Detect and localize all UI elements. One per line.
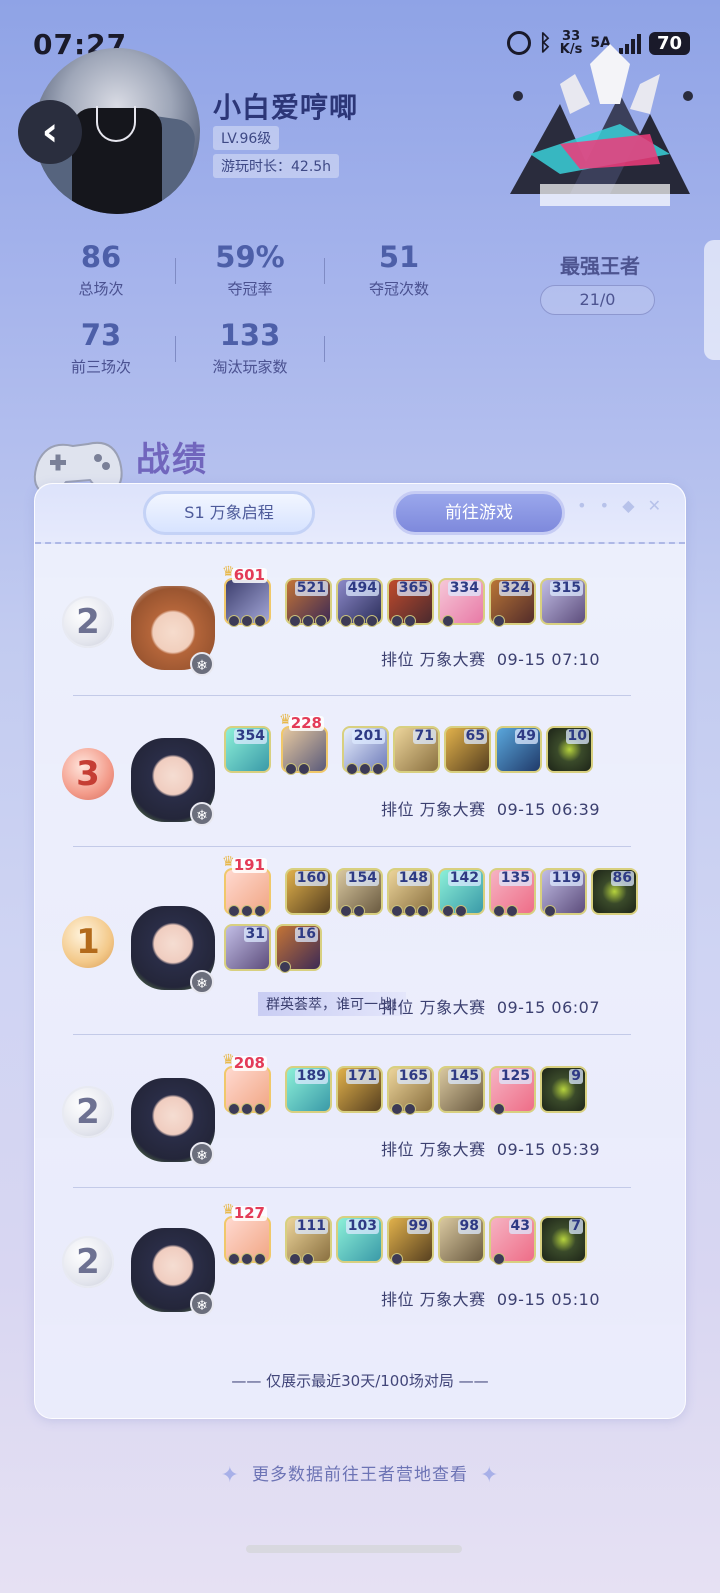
hero-tile[interactable]: 65 (444, 726, 491, 773)
card-header: S1 万象启程 前往游戏 • • ◆ ✕ (35, 484, 685, 544)
hero-tile[interactable]: 98 (438, 1216, 485, 1263)
placement-badge: 1 (62, 916, 114, 968)
hero-tile[interactable]: ♛ 601 (222, 564, 271, 627)
history-limit-note: —— 仅展示最近30天/100场对局 —— (231, 1372, 489, 1390)
hero-tile[interactable]: 201 (342, 726, 389, 775)
hero-tile[interactable]: 135 (489, 868, 536, 917)
go-to-game-button[interactable]: 前往游戏 (393, 491, 565, 535)
level-badge: LV.96级 (213, 126, 280, 150)
hero-tile[interactable]: 125 (489, 1066, 536, 1115)
stat-total-matches: 86 总场次 (78, 240, 124, 298)
hero-tile[interactable]: ♛ 191 (222, 854, 271, 917)
playtime-badge: 游玩时长：42.5h (213, 154, 340, 178)
divider (73, 1187, 631, 1188)
hero-tile[interactable]: 99 (387, 1216, 434, 1265)
hero-lineup: ♛ 601 521 494 365 334 324 315 (222, 564, 587, 627)
hero-tile[interactable]: 103 (336, 1216, 383, 1263)
divider (73, 846, 631, 847)
hero-tile[interactable]: 111 (285, 1216, 332, 1265)
match-info: 排位 万象大赛 09-15 06:39 (381, 800, 600, 819)
hero-tile[interactable]: 119 (540, 868, 587, 917)
decoration-icon: • • ◆ ✕ (577, 496, 665, 515)
hero-tile[interactable]: 10 (546, 726, 593, 773)
rank-title: 最强王者 (560, 254, 640, 278)
hero-lineup: ♛ 191 160 154 148 142 135 119 86 (222, 854, 638, 917)
hero-lineup: 354 ♛ 228 201 71 65 49 10 (224, 712, 593, 775)
hero-tile[interactable]: 315 (540, 578, 587, 625)
season-selector-button[interactable]: S1 万象启程 (143, 491, 315, 535)
placement-badge: 3 (62, 748, 114, 800)
hero-tile[interactable]: 148 (387, 868, 434, 917)
hero-tile[interactable]: 16 (275, 924, 322, 973)
hero-tile[interactable]: 365 (387, 578, 434, 627)
hero-tile[interactable]: 31 (224, 924, 271, 971)
divider (324, 336, 325, 362)
stat-top3: 73 前三场次 (70, 318, 131, 376)
hero-tile[interactable]: 145 (438, 1066, 485, 1113)
stat-wins: 51 夺冠次数 (368, 240, 429, 298)
hero-tile[interactable]: ♛ 208 (222, 1052, 271, 1115)
sparkle-icon: ✦ (480, 1462, 500, 1488)
hero-tile[interactable]: 521 (285, 578, 332, 627)
side-drawer-handle[interactable] (704, 240, 720, 360)
hero-tile[interactable]: 154 (336, 868, 383, 917)
divider (73, 695, 631, 696)
back-button[interactable]: ‹ (18, 100, 82, 164)
match-info: 排位 万象大赛 09-15 05:39 (381, 1140, 600, 1159)
hero-tile[interactable]: ♛ 127 (222, 1202, 271, 1265)
hero-tile[interactable]: 189 (285, 1066, 332, 1113)
summoner-skill-icon: ❄ (190, 1142, 214, 1166)
section-title: 战绩 (136, 440, 208, 480)
hero-tile[interactable]: 9 (540, 1066, 587, 1113)
hero-tile[interactable]: 43 (489, 1216, 536, 1265)
hero-tile[interactable]: 354 (224, 726, 271, 773)
summoner-skill-icon: ❄ (190, 970, 214, 994)
stat-eliminations: 133 淘汰玩家数 (212, 318, 288, 376)
placement-badge: 2 (62, 596, 114, 648)
rank-crown-emblem-icon (510, 44, 693, 206)
match-info: 排位 万象大赛 09-15 06:07 (381, 998, 600, 1017)
home-indicator[interactable] (246, 1545, 462, 1553)
hero-tile[interactable]: 86 (591, 868, 638, 915)
hero-tile[interactable]: 165 (387, 1066, 434, 1115)
summoner-skill-icon: ❄ (190, 802, 214, 826)
hero-tile[interactable]: 160 (285, 868, 332, 915)
hero-tile[interactable]: 171 (336, 1066, 383, 1113)
hero-lineup: ♛ 208 189 171 165 145 125 9 (222, 1052, 587, 1115)
rank-record: 21/0 (540, 285, 655, 315)
hero-tile[interactable]: 49 (495, 726, 542, 773)
summoner-skill-icon: ❄ (190, 1292, 214, 1316)
hero-tile[interactable]: 142 (438, 868, 485, 917)
player-name: 小白爱哼唧 (213, 91, 359, 124)
hero-tile[interactable]: 334 (438, 578, 485, 627)
hero-lineup: ♛ 127 111 103 99 98 43 7 (222, 1202, 587, 1265)
stat-win-rate: 59% 夺冠率 (215, 240, 285, 298)
hero-lineup-extra: 31 16 (224, 924, 322, 973)
divider (73, 1034, 631, 1035)
match-info: 排位 万象大赛 09-15 07:10 (381, 650, 600, 669)
hero-tile[interactable]: ♛ 228 (279, 712, 328, 775)
hero-tile[interactable]: 324 (489, 578, 536, 627)
placement-badge: 2 (62, 1236, 114, 1288)
placement-badge: 2 (62, 1086, 114, 1138)
hero-tile[interactable]: 494 (336, 578, 383, 627)
match-info: 排位 万象大赛 09-15 05:10 (381, 1290, 600, 1309)
chevron-left-icon: ‹ (41, 109, 59, 155)
summoner-skill-icon: ❄ (190, 652, 214, 676)
sparkle-icon: ✦ (220, 1462, 240, 1488)
hero-tile[interactable]: 71 (393, 726, 440, 773)
hero-tile[interactable]: 7 (540, 1216, 587, 1263)
more-data-link[interactable]: ✦ 更多数据前往王者营地查看 ✦ (0, 1460, 720, 1488)
